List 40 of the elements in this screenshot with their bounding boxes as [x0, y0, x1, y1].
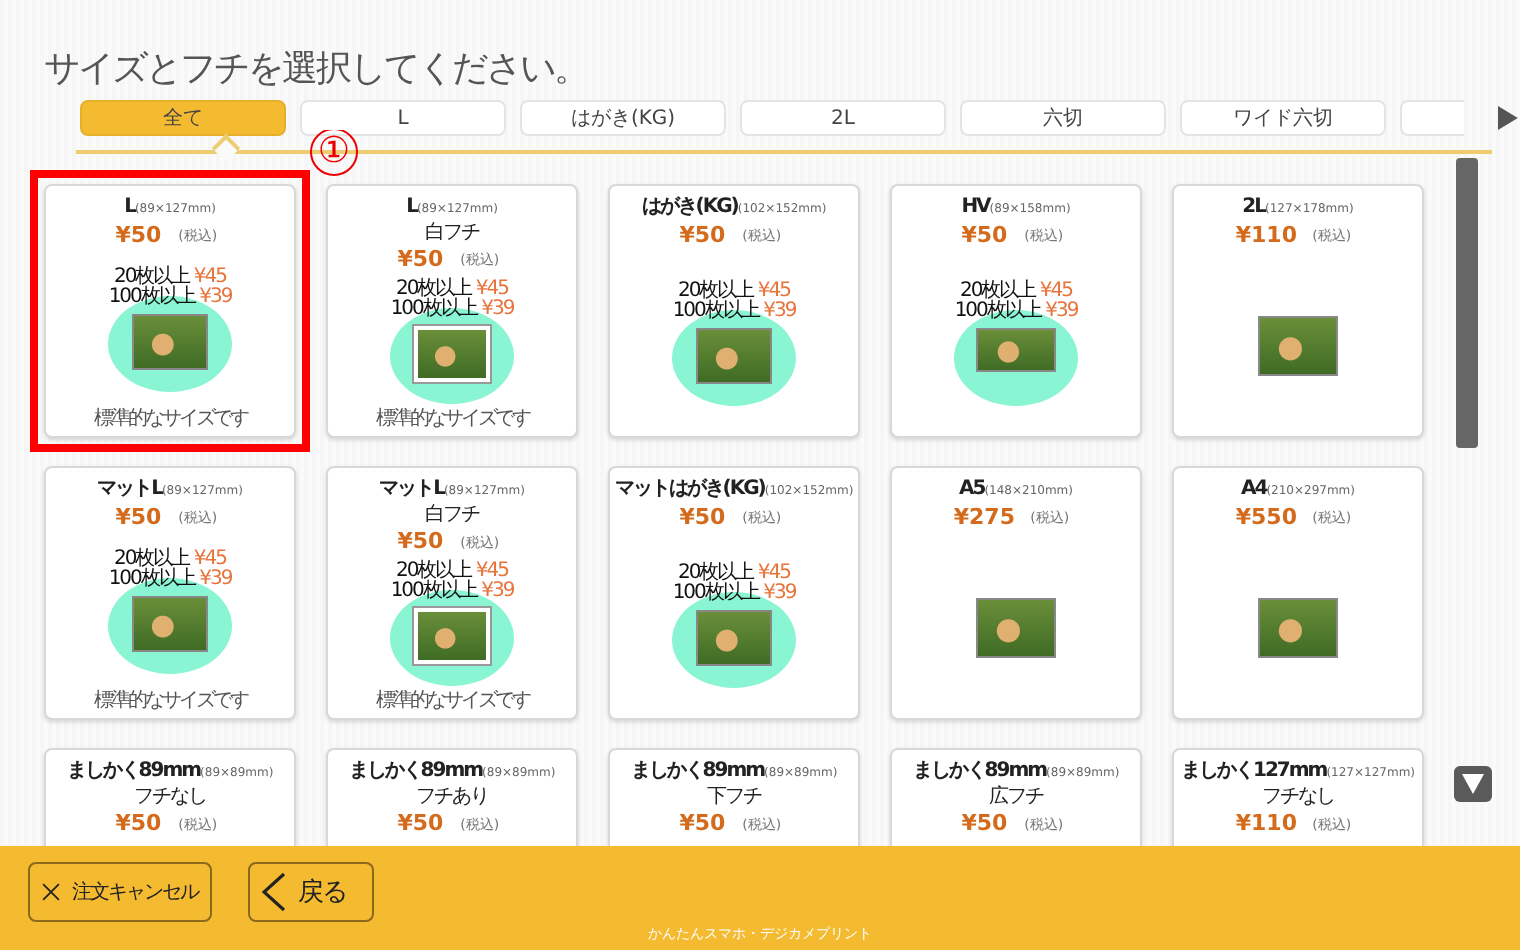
chevron-left-icon	[262, 872, 286, 912]
size-note: 標準的なサイズです	[93, 690, 247, 712]
bulk-price: 20枚以上 ¥45	[395, 561, 508, 581]
size-tab[interactable]: L	[300, 100, 506, 136]
border-type: 下フチ	[707, 786, 761, 810]
size-tab[interactable]: 全て	[80, 100, 286, 136]
size-tab[interactable]: 六切	[960, 100, 1166, 136]
bulk-price: 20枚以上 ¥45	[113, 267, 226, 287]
next-arrow-icon[interactable]	[1496, 106, 1520, 130]
bulk-price: 20枚以上 ¥45	[677, 563, 790, 583]
size-note: 標準的なサイズです	[375, 690, 529, 712]
cancel-order-button[interactable]: 注文キャンセル	[28, 862, 212, 922]
bulk-price: 100枚以上 ¥39	[390, 299, 514, 319]
bulk-price: 20枚以上 ¥45	[959, 281, 1072, 301]
triangle-down-icon	[1462, 774, 1484, 794]
bulk-price: 100枚以上 ¥39	[108, 287, 232, 307]
size-tab[interactable]: 2L	[740, 100, 946, 136]
bulk-price: 100枚以上 ¥39	[954, 301, 1078, 321]
bulk-price: 20枚以上 ¥45	[395, 279, 508, 299]
border-type: フチあり	[416, 786, 488, 810]
size-note: 標準的なサイズです	[93, 408, 247, 430]
border-type: フチなし	[1262, 786, 1334, 810]
size-tab[interactable]: はがき(KG)	[520, 100, 726, 136]
bulk-price: 100枚以上 ¥39	[672, 301, 796, 321]
bulk-price: 100枚以上 ¥39	[108, 569, 232, 589]
scroll-down-button[interactable]	[1454, 766, 1492, 802]
size-note: 標準的なサイズです	[375, 408, 529, 430]
border-type: フチなし	[134, 786, 206, 810]
bulk-price: 100枚以上 ¥39	[390, 581, 514, 601]
border-type: 白フチ	[425, 504, 479, 528]
size-tab[interactable]: ワイド六切	[1180, 100, 1386, 136]
border-type: 広フチ	[989, 786, 1043, 810]
border-type: 白フチ	[425, 222, 479, 246]
bulk-price: 20枚以上 ¥45	[113, 549, 226, 569]
page-title: サイズとフチを選択してください。	[44, 46, 590, 94]
bulk-price: 100枚以上 ¥39	[672, 583, 796, 603]
number-marker: ①	[310, 130, 358, 176]
scrollbar-thumb[interactable]	[1456, 158, 1478, 448]
back-button[interactable]: 戻る	[248, 862, 374, 922]
bulk-price: 20枚以上 ¥45	[677, 281, 790, 301]
